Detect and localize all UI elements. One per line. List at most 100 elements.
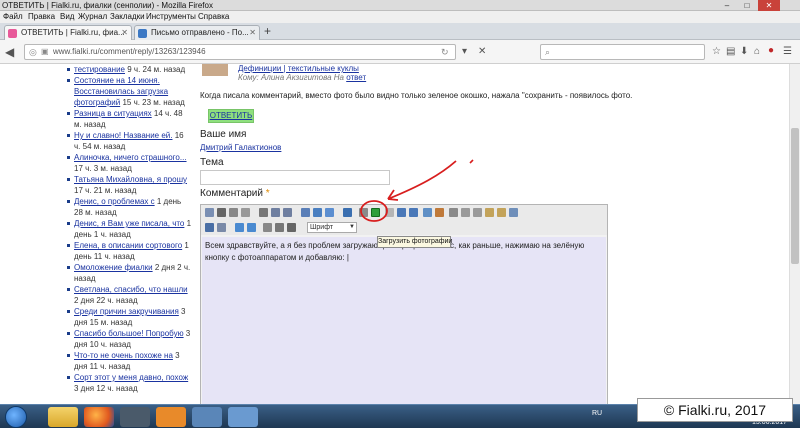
reading-list-icon[interactable]: ▤ (726, 45, 735, 59)
tab-reply[interactable]: ОТВЕТИТЬ | Fialki.ru, фиа... ✕ (4, 25, 132, 40)
list-item: тестирование 9 ч. 24 м. назад (66, 64, 192, 75)
comment-link[interactable]: Сорт этот у меня давно, похож (74, 373, 188, 382)
stop-icon[interactable]: ✕ (478, 45, 486, 59)
redo-icon[interactable] (247, 223, 256, 232)
explorer-icon[interactable] (48, 407, 78, 427)
save-icon[interactable] (205, 223, 214, 232)
menu-history[interactable]: Журнал (78, 11, 107, 23)
bulleted-list-icon[interactable] (283, 208, 292, 217)
align-left-icon[interactable] (449, 208, 458, 217)
avatar (202, 64, 228, 76)
ordered-list-icon[interactable] (271, 208, 280, 217)
align-center-icon[interactable] (461, 208, 470, 217)
anchor-icon[interactable] (343, 208, 352, 217)
cut-icon[interactable] (217, 208, 226, 217)
subject-input[interactable] (200, 170, 390, 185)
format-icon[interactable] (275, 223, 284, 232)
menu-bookmarks[interactable]: Закладки (110, 11, 145, 23)
firefox-icon[interactable] (84, 407, 114, 427)
menu-help[interactable]: Справка (198, 11, 229, 23)
addon-icon[interactable]: ● (768, 44, 774, 58)
answer-link[interactable]: ответ (346, 73, 366, 82)
styles-icon[interactable] (287, 223, 296, 232)
comment-link[interactable]: Денис, я Вам уже писала, что (74, 219, 184, 228)
media-app-icon[interactable] (120, 407, 150, 427)
indent-icon[interactable] (263, 223, 272, 232)
eraser-icon[interactable] (435, 208, 444, 217)
main-content: Дефиниции | текстильные куклы Кому: Алин… (196, 64, 786, 404)
user-links[interactable]: Дефиниции | текстильные куклы (238, 64, 359, 73)
language-indicator[interactable]: RU (592, 409, 602, 419)
comment-link[interactable]: Среди причин закручивания (74, 307, 179, 316)
tab-close-icon[interactable]: ✕ (121, 26, 128, 40)
link-icon[interactable] (325, 208, 334, 217)
reload-icon[interactable]: ↻ (441, 45, 449, 59)
name-label: Ваше имя (200, 129, 247, 140)
blockquote-icon[interactable] (259, 208, 268, 217)
gallery-icon[interactable] (397, 208, 406, 217)
comment-link[interactable]: Ну и славно! Название ей. (74, 131, 172, 140)
upload-photo-icon[interactable] (371, 208, 380, 217)
page-scrollbar[interactable] (789, 64, 800, 404)
back-icon[interactable]: ◀ (5, 45, 14, 59)
maximize-button[interactable]: □ (738, 0, 756, 11)
comment-link[interactable]: Денис, о проблемах с (74, 197, 155, 206)
table-icon[interactable] (313, 208, 322, 217)
preview-icon[interactable] (217, 223, 226, 232)
reply-button[interactable]: ОТВЕТИТЬ (208, 109, 254, 123)
copy-icon[interactable] (485, 208, 494, 217)
url-text: www.fialki.ru/comment/reply/13263/123946 (53, 47, 206, 56)
comment-link[interactable]: Светлана, спасибо, что нашли (74, 285, 188, 294)
rich-text-editor: Шрифт ▼ Всем здравствуйте, а я без пробл… (200, 204, 608, 404)
tab-close-icon[interactable]: ✕ (249, 26, 256, 40)
menu-icon[interactable]: ☰ (783, 45, 792, 59)
comment-link[interactable]: Елена, в описании сортового (74, 241, 182, 250)
menu-edit[interactable]: Правка (28, 11, 55, 23)
paste-text-icon[interactable] (497, 208, 506, 217)
scrollbar-thumb[interactable] (791, 128, 799, 264)
comment-link[interactable]: Что-то не очень похоже на (74, 351, 173, 360)
comment-link[interactable]: Омоложение фиалки (74, 263, 153, 272)
font-select[interactable]: Шрифт ▼ (307, 222, 357, 233)
image-icon[interactable] (301, 208, 310, 217)
flash-icon[interactable] (385, 208, 394, 217)
media-icon[interactable] (409, 208, 418, 217)
special-char-icon[interactable] (359, 208, 368, 217)
unlink-icon[interactable] (241, 208, 250, 217)
find-icon[interactable] (509, 208, 518, 217)
tab-label: Письмо отправлено - По... (151, 28, 249, 37)
source-icon[interactable] (205, 208, 214, 217)
new-tab-button[interactable]: + (264, 23, 271, 39)
align-right-icon[interactable] (473, 208, 482, 217)
comment-link[interactable]: Спасибо большое! Попробую (74, 329, 184, 338)
italic-icon[interactable] (229, 208, 238, 217)
recipient-prefix: Кому: Алина Акзигитова На (238, 73, 347, 82)
address-bar[interactable]: ◎ ▣ www.fialki.ru/comment/reply/13263/12… (24, 44, 456, 60)
paste-icon[interactable] (423, 208, 432, 217)
comment-age: 2 дня 22 ч. назад (74, 296, 138, 305)
menu-view[interactable]: Вид (60, 11, 74, 23)
undo-icon[interactable] (235, 223, 244, 232)
comment-link[interactable]: тестирование (74, 65, 125, 74)
author-name-link[interactable]: Дмитрий Галактионов (200, 143, 281, 152)
search-input[interactable]: ⌕ (540, 44, 705, 60)
comment-textarea[interactable]: Всем здравствуйте, а я без проблем загру… (202, 237, 606, 404)
comment-link[interactable]: Разница в ситуациях (74, 109, 152, 118)
home-icon[interactable]: ⌂ (754, 45, 760, 59)
close-button[interactable]: ✕ (758, 0, 780, 11)
dropdown-icon[interactable]: ▾ (462, 45, 467, 59)
minimize-button[interactable]: – (718, 0, 736, 11)
notes-app-icon[interactable] (192, 407, 222, 427)
start-button[interactable] (5, 406, 27, 428)
font-select-label: Шрифт (310, 224, 334, 231)
downloads-icon[interactable]: ⬇ (740, 45, 748, 59)
bookmark-star-icon[interactable]: ☆ (712, 45, 721, 59)
menu-file[interactable]: Файл (3, 11, 23, 23)
tab-mail-sent[interactable]: Письмо отправлено - По... ✕ (134, 25, 260, 40)
desktop-app-icon[interactable] (228, 407, 258, 427)
comment-link[interactable]: Татьяна Михайловна, я прошу (74, 175, 187, 184)
menu-tools[interactable]: Инструменты (146, 11, 196, 23)
outlook-icon[interactable] (156, 407, 186, 427)
comment-link[interactable]: Алиночка, ничего страшного... (74, 153, 187, 162)
copyright-watermark: © Fialki.ru, 2017 (637, 398, 793, 422)
